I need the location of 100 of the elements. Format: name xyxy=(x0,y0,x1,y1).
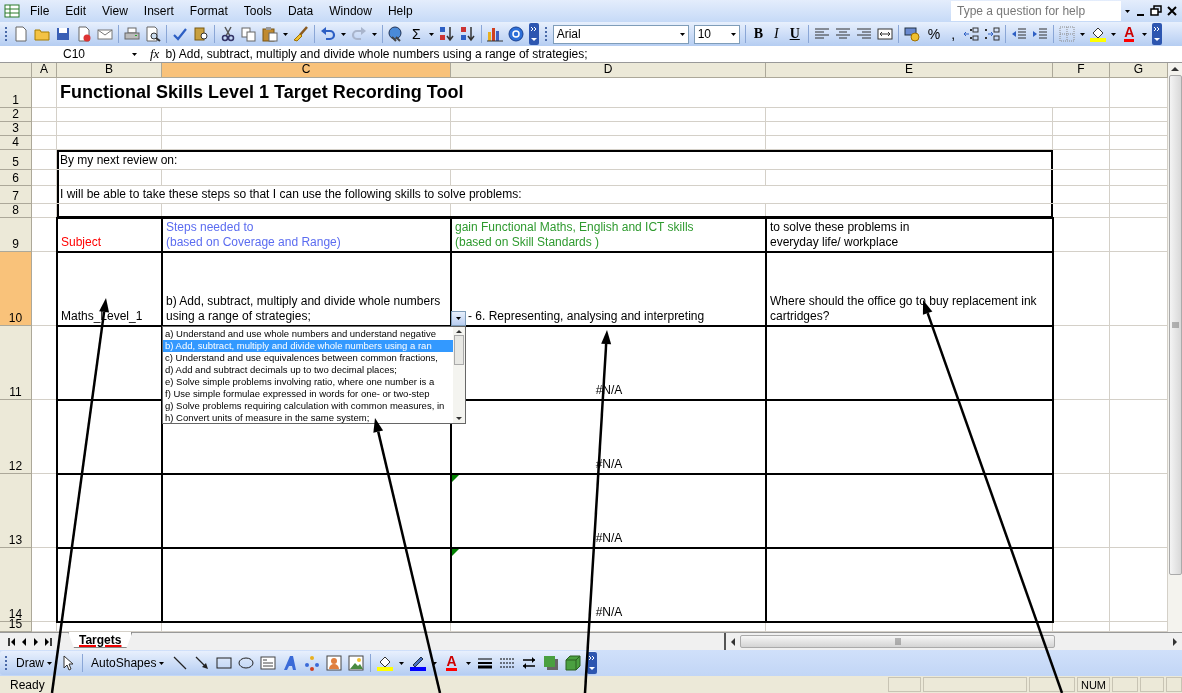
sheet-cell[interactable] xyxy=(57,548,162,622)
help-search-field[interactable]: Type a question for help xyxy=(951,1,1121,21)
last-sheet-icon[interactable] xyxy=(44,637,52,647)
toolbar-options-icon[interactable] xyxy=(528,23,539,45)
toolbar-grip-icon[interactable] xyxy=(4,654,8,672)
envelope-icon[interactable] xyxy=(97,26,113,42)
toolbar-options-icon[interactable] xyxy=(586,652,597,674)
save-icon[interactable] xyxy=(55,26,71,42)
book-icon[interactable] xyxy=(193,26,209,42)
list-option[interactable]: f) Use simple formulae expressed in words for one- or two-step xyxy=(163,388,453,400)
grip-icon[interactable] xyxy=(894,637,901,646)
hyperlink-icon[interactable] xyxy=(388,26,404,42)
caret-icon[interactable] xyxy=(372,32,377,36)
table-cell[interactable]: b) Add, subtract, multiply and divide whole numbers using a range of strategies; xyxy=(162,252,451,326)
row-header[interactable]: 6 xyxy=(0,170,32,186)
sheet-cell[interactable] xyxy=(57,400,162,474)
wordart-icon[interactable] xyxy=(282,655,299,671)
sheet-tab[interactable]: Targets xyxy=(68,632,133,648)
column-header[interactable]: D xyxy=(451,63,766,78)
new-document-icon[interactable] xyxy=(13,26,29,42)
list-option[interactable]: c) Understand and use equivalences between common fractions, xyxy=(163,352,453,364)
row-header[interactable]: 10 xyxy=(0,252,32,326)
row-header[interactable]: 5 xyxy=(0,150,32,170)
arrow-style-icon[interactable] xyxy=(520,655,537,671)
list-option[interactable]: h) Convert units of measure in the same system; xyxy=(163,412,453,424)
line-style-icon[interactable] xyxy=(476,655,493,671)
list-option[interactable]: e) Solve simple problems involving ratio, where one number is a xyxy=(163,376,453,388)
font-color-button[interactable]: A xyxy=(443,655,460,671)
print-icon[interactable] xyxy=(124,26,140,42)
decrease-decimal-icon[interactable] xyxy=(984,26,1001,42)
menu-item[interactable]: View xyxy=(96,2,134,20)
fill-color-icon[interactable] xyxy=(377,655,394,671)
decrease-indent-icon[interactable] xyxy=(1011,26,1028,42)
sort-ascending-icon[interactable] xyxy=(438,26,455,42)
caret-icon[interactable] xyxy=(131,52,137,56)
sheet-cell[interactable] xyxy=(162,548,451,622)
spreadsheet-icon[interactable] xyxy=(4,3,20,19)
pointer-icon[interactable] xyxy=(60,655,76,671)
clip-art-icon[interactable] xyxy=(326,655,343,671)
caret-icon[interactable] xyxy=(428,32,434,36)
table-cell[interactable]: gain Functional Maths, English and ICT skills (based on Skill Standards ) xyxy=(451,218,766,252)
clipboard-icon[interactable] xyxy=(262,26,278,42)
merge-center-icon[interactable] xyxy=(876,26,893,42)
caret-icon[interactable] xyxy=(47,661,52,665)
function-button[interactable]: fx xyxy=(150,46,166,62)
menu-item[interactable]: Help xyxy=(381,2,419,20)
column-header[interactable]: E xyxy=(766,63,1053,78)
autosum-button[interactable]: Σ xyxy=(409,26,424,42)
row-header[interactable]: 8 xyxy=(0,204,32,218)
menu-item[interactable]: Format xyxy=(183,2,234,20)
caret-icon[interactable] xyxy=(159,661,165,665)
column-header[interactable]: F xyxy=(1053,63,1110,78)
shadow-icon[interactable] xyxy=(542,655,559,671)
row-header[interactable]: 9 xyxy=(0,218,32,252)
table-cell[interactable]: By my next review on: xyxy=(57,150,1053,170)
row-header[interactable]: 7 xyxy=(0,186,32,204)
font-field[interactable]: Arial xyxy=(552,24,689,44)
caret-icon[interactable] xyxy=(283,32,288,36)
list-option[interactable]: d) Add and subtract decimals up to two decimal places; xyxy=(163,364,453,376)
table-cell[interactable]: - 6. Representing, analysing and interpreting xyxy=(451,252,766,326)
rectangle-icon[interactable] xyxy=(216,655,233,671)
italic-button[interactable]: I xyxy=(771,26,782,42)
column-header[interactable]: A xyxy=(32,63,57,78)
column-header[interactable]: G xyxy=(1110,63,1168,78)
menu-item[interactable]: File xyxy=(24,2,56,20)
caret-icon[interactable] xyxy=(1142,32,1148,36)
toolbar-options-icon[interactable] xyxy=(1152,23,1163,45)
bold-button[interactable]: B xyxy=(750,26,766,42)
row-header[interactable]: 4 xyxy=(0,136,32,150)
increase-indent-icon[interactable] xyxy=(1032,26,1049,42)
vertical-scrollbar[interactable] xyxy=(1168,63,1182,632)
toolbar-grip-icon[interactable] xyxy=(543,25,548,43)
table-cell[interactable]: to solve these problems in everyday life/ workplace xyxy=(766,218,1053,252)
table-cell[interactable]: #N/A xyxy=(451,474,766,548)
caret-icon[interactable] xyxy=(1111,32,1117,36)
arrow-icon[interactable] xyxy=(194,655,211,671)
image-icon[interactable] xyxy=(348,655,365,671)
underline-button[interactable]: U xyxy=(786,26,803,42)
draw-menu-button[interactable]: Draw xyxy=(14,656,54,670)
column-header[interactable]: B xyxy=(57,63,162,78)
sheet-cell[interactable] xyxy=(162,474,451,548)
sheet-cell[interactable] xyxy=(57,326,162,400)
caret-icon[interactable] xyxy=(730,32,736,36)
brush-icon[interactable] xyxy=(293,26,309,42)
sheet-cell[interactable] xyxy=(766,548,1053,622)
table-cell[interactable]: I will be able to take these steps so that I can use the following skills to solve problems: xyxy=(57,186,1053,204)
sheet-cell[interactable] xyxy=(766,326,1053,400)
formula-field[interactable]: b) Add, subtract, multiply and divide whole numbers using a range of strategies; xyxy=(165,47,588,61)
caret-icon[interactable] xyxy=(465,661,471,665)
sheet-cell[interactable] xyxy=(766,474,1053,548)
table-cell[interactable]: Subject xyxy=(57,218,162,252)
menu-item[interactable]: Window xyxy=(323,2,378,20)
font-color-button[interactable]: A xyxy=(1121,26,1138,42)
undo-icon[interactable] xyxy=(320,26,336,42)
number-format-button[interactable]: , xyxy=(948,26,959,42)
toolbar-grip-icon[interactable] xyxy=(4,25,8,43)
scroll-right-icon[interactable] xyxy=(1172,636,1178,647)
number-format-button[interactable]: % xyxy=(924,26,944,42)
line-color-icon[interactable] xyxy=(410,655,427,671)
spelling-check-icon[interactable] xyxy=(172,26,188,42)
